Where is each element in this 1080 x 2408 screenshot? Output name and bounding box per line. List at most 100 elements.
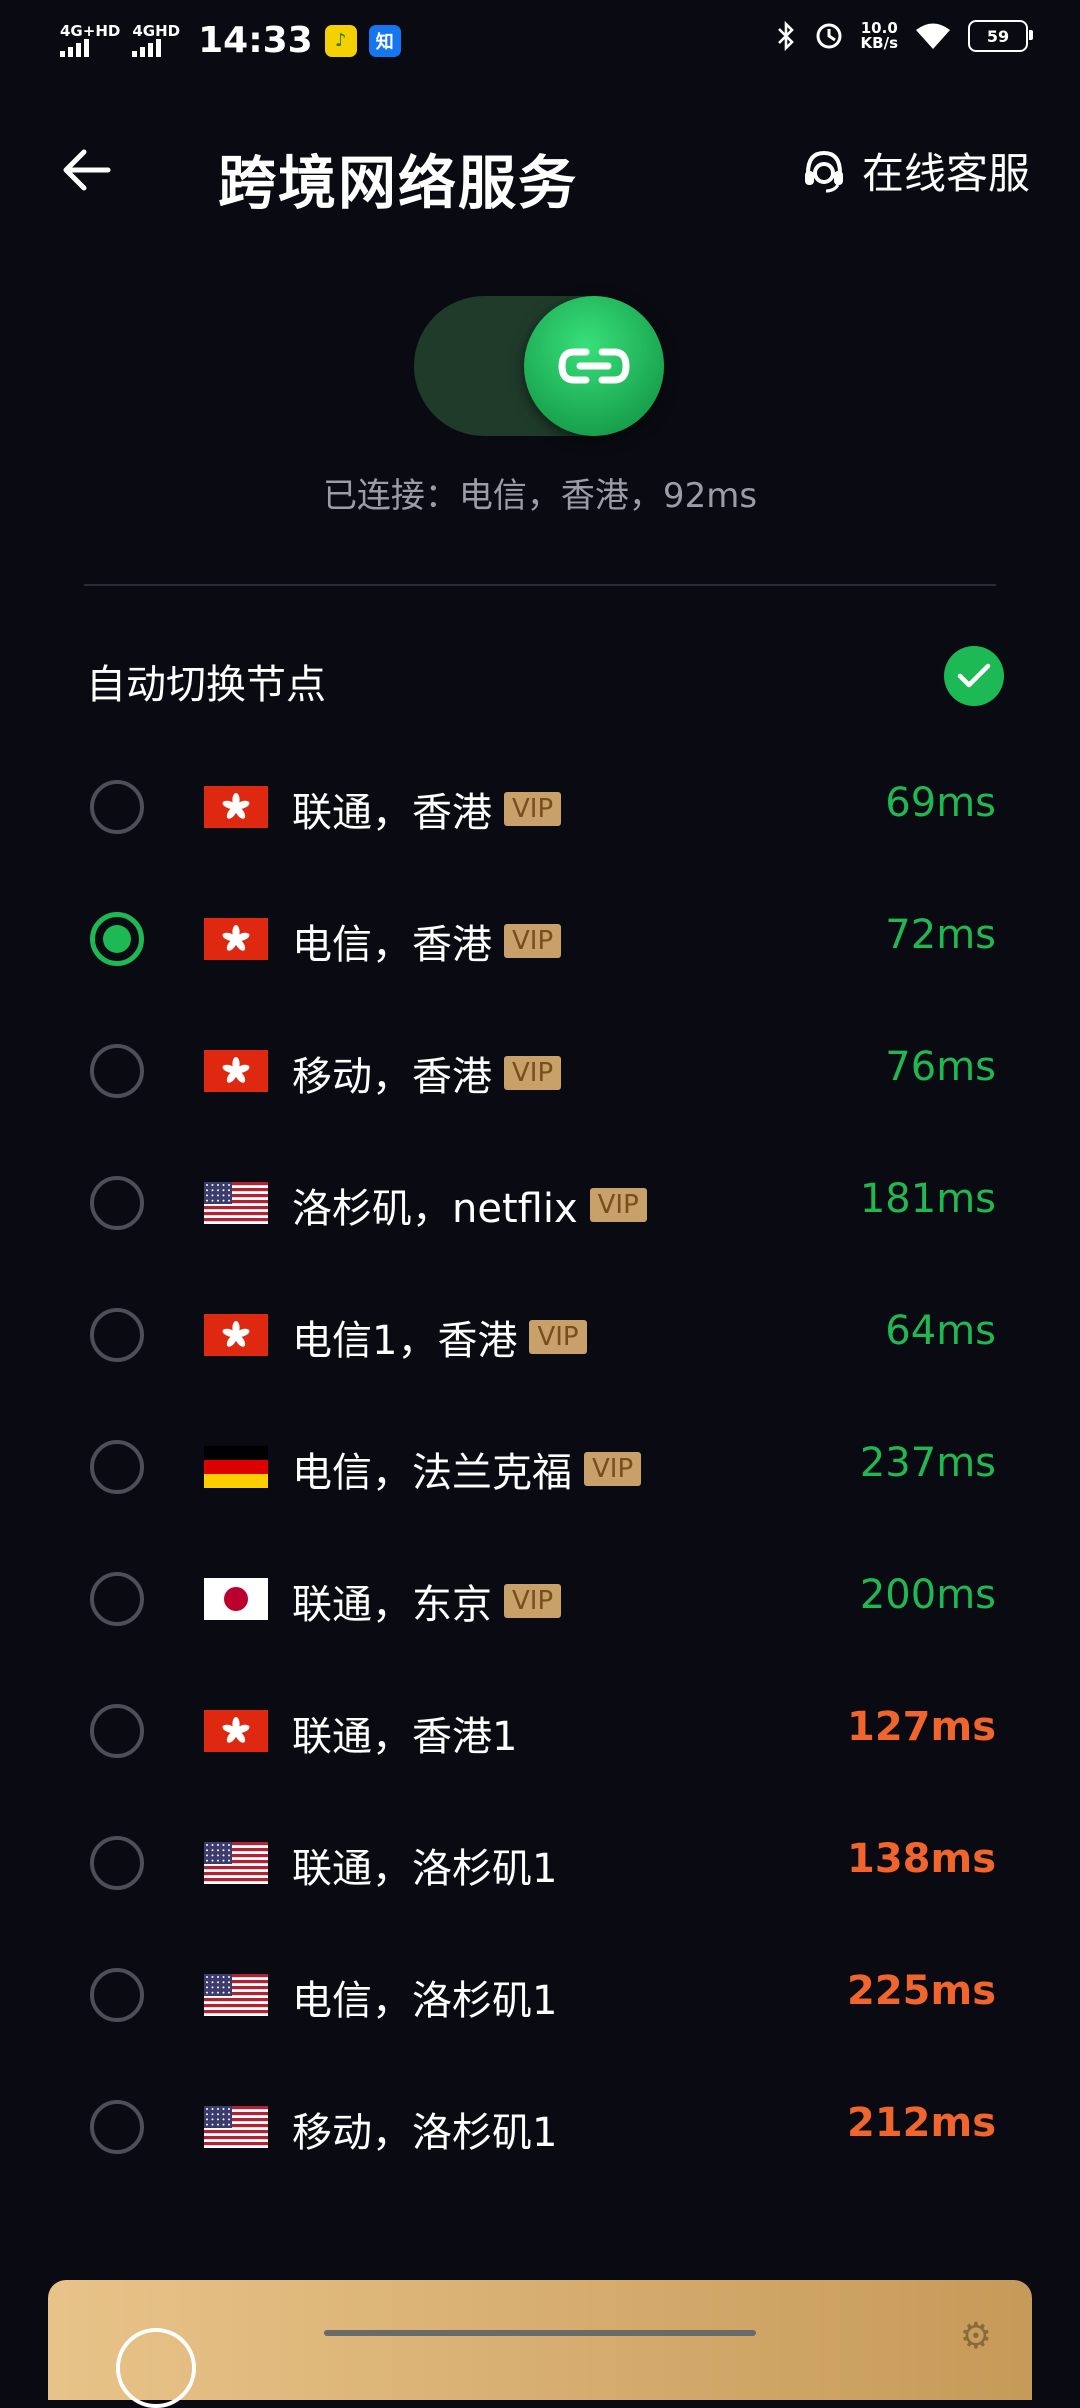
node-row[interactable]: 电信，洛杉矶1 225ms	[0, 1932, 1080, 2064]
node-name: 移动，香港 VIP	[292, 1044, 562, 1102]
node-latency: 212ms	[847, 2100, 996, 2146]
us-flag-icon	[204, 1974, 268, 2016]
auto-switch-row[interactable]: 自动切换节点	[86, 646, 1004, 710]
node-name: 联通，东京 VIP	[292, 1572, 562, 1630]
node-row[interactable]: 联通，香港 VIP 69ms	[0, 744, 1080, 876]
node-name: 移动，洛杉矶1	[292, 2100, 557, 2158]
gear-icon[interactable]: ⚙	[960, 2316, 992, 2357]
node-latency: 72ms	[885, 912, 996, 958]
node-row[interactable]: 移动，洛杉矶1 212ms	[0, 2064, 1080, 2196]
node-latency: 127ms	[847, 1704, 996, 1750]
us-flag-icon	[204, 2106, 268, 2148]
node-radio[interactable]	[90, 2100, 144, 2154]
node-row[interactable]: 移动，香港 VIP 76ms	[0, 1008, 1080, 1140]
page-title: 跨境网络服务	[218, 149, 579, 217]
network-type-label: 4G+HD	[60, 22, 121, 40]
vip-badge: VIP	[504, 924, 562, 958]
battery-icon: 59	[968, 20, 1033, 52]
node-radio[interactable]	[90, 1968, 144, 2022]
node-row[interactable]: 联通，洛杉矶1 138ms	[0, 1800, 1080, 1932]
battery-level: 59	[986, 26, 1010, 46]
speed-unit: KB/s	[860, 34, 898, 52]
node-name: 电信1，香港 VIP	[292, 1308, 587, 1366]
node-row[interactable]: 电信，法兰克福 VIP 237ms	[0, 1404, 1080, 1536]
zhihu-icon: 知	[368, 24, 401, 57]
node-label: 联通，东京	[292, 1582, 492, 1628]
signal-bars-icon	[132, 39, 162, 57]
node-label: 电信，洛杉矶1	[292, 1978, 558, 2024]
alarm-icon	[816, 23, 842, 49]
node-name: 电信，洛杉矶1	[292, 1968, 557, 2026]
qq-music-icon: ♪	[324, 24, 357, 57]
hong-kong-flag-icon	[204, 1314, 268, 1356]
vip-badge: VIP	[589, 1188, 647, 1222]
toggle-knob	[524, 296, 664, 436]
avatar	[116, 2328, 196, 2408]
node-row[interactable]: 洛杉矶，netflix VIP 181ms	[0, 1140, 1080, 1272]
node-label: 电信1，香港	[292, 1318, 518, 1364]
node-radio[interactable]	[90, 1836, 144, 1890]
vip-badge: VIP	[529, 1320, 587, 1354]
link-icon	[558, 348, 630, 384]
app-header: 跨境网络服务 在线客服	[0, 120, 1080, 220]
signal-2: 4GHD	[132, 24, 180, 57]
support-label: 在线客服	[861, 149, 1030, 198]
vip-badge: VIP	[584, 1452, 642, 1486]
status-bar-left: 4G+HD 4GHD 14:33 ♪ 知	[60, 20, 401, 61]
node-latency: 64ms	[885, 1308, 996, 1354]
node-latency: 225ms	[847, 1968, 996, 2014]
divider	[84, 584, 996, 586]
node-name: 联通，香港 VIP	[292, 780, 562, 838]
node-row[interactable]: 电信，香港 VIP 72ms	[0, 876, 1080, 1008]
home-indicator[interactable]	[324, 2330, 756, 2336]
signal-1: 4G+HD	[60, 24, 120, 57]
node-radio[interactable]	[90, 1572, 144, 1626]
wifi-icon	[916, 23, 950, 49]
node-label: 联通，香港	[292, 790, 492, 836]
node-latency: 237ms	[859, 1440, 996, 1486]
network-speed: 10.0 KB/s	[861, 21, 898, 51]
us-flag-icon	[204, 1182, 268, 1224]
node-name: 联通，香港1	[292, 1704, 517, 1762]
node-latency: 200ms	[859, 1572, 996, 1618]
node-radio[interactable]	[90, 1044, 144, 1098]
node-name: 洛杉矶，netflix VIP	[292, 1176, 647, 1234]
node-radio[interactable]	[90, 1176, 144, 1230]
vip-badge: VIP	[504, 1584, 562, 1618]
auto-switch-checkbox[interactable]	[944, 646, 1004, 706]
bluetooth-icon	[777, 20, 794, 52]
node-latency: 69ms	[885, 780, 996, 826]
headset-icon	[804, 150, 843, 192]
node-radio[interactable]	[90, 1704, 144, 1758]
node-name: 联通，洛杉矶1	[292, 1836, 557, 1894]
node-radio[interactable]	[90, 780, 144, 834]
node-label: 联通，香港1	[292, 1714, 518, 1760]
hong-kong-flag-icon	[204, 918, 268, 960]
bottom-promo-card[interactable]: ⚙	[48, 2280, 1032, 2408]
vip-badge: VIP	[504, 792, 562, 826]
node-name: 电信，法兰克福 VIP	[292, 1440, 642, 1498]
node-radio[interactable]	[90, 1440, 144, 1494]
node-label: 联通，洛杉矶1	[292, 1846, 558, 1892]
us-flag-icon	[204, 1842, 268, 1884]
node-label: 电信，法兰克福	[292, 1450, 572, 1496]
hong-kong-flag-icon	[204, 1710, 268, 1752]
back-arrow-icon[interactable]	[58, 142, 114, 198]
auto-switch-label: 自动切换节点	[86, 662, 326, 708]
network-type-label: 4GHD	[132, 22, 181, 40]
online-support-button[interactable]: 在线客服	[800, 140, 1030, 201]
node-row[interactable]: 联通，香港1 127ms	[0, 1668, 1080, 1800]
signal-bars-icon	[60, 39, 89, 57]
germany-flag-icon	[204, 1446, 268, 1488]
connection-status: 已连接：电信，香港，92ms	[322, 476, 758, 516]
node-radio[interactable]	[90, 1308, 144, 1362]
hong-kong-flag-icon	[204, 1050, 268, 1092]
node-label: 洛杉矶，netflix	[292, 1186, 578, 1232]
check-icon	[957, 663, 991, 688]
node-row[interactable]: 联通，东京 VIP 200ms	[0, 1536, 1080, 1668]
connection-toggle[interactable]	[414, 296, 664, 436]
node-row[interactable]: 电信1，香港 VIP 64ms	[0, 1272, 1080, 1404]
vip-badge: VIP	[504, 1056, 562, 1090]
node-radio[interactable]	[90, 912, 144, 966]
node-latency: 138ms	[847, 1836, 996, 1882]
